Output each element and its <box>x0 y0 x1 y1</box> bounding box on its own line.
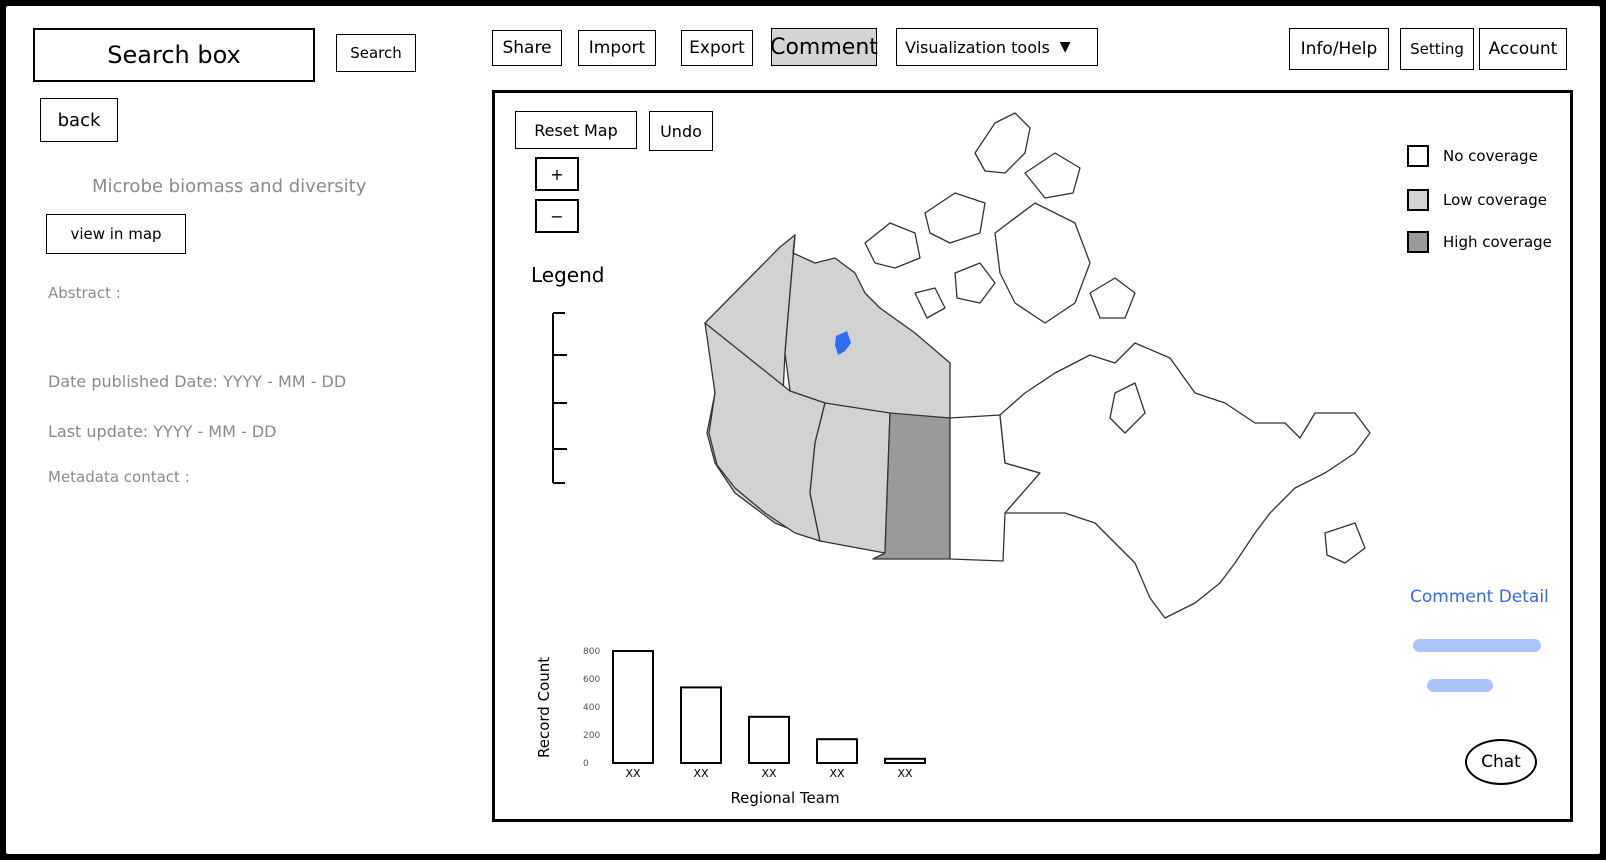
arctic-island <box>1089 277 1136 319</box>
date-published: Date published Date: YYYY - MM - DD <box>48 372 347 391</box>
legend-swatch <box>1407 189 1429 211</box>
info-help-button[interactable]: Info/Help <box>1289 28 1389 70</box>
arctic-island <box>954 262 996 304</box>
abstract-label: Abstract : <box>48 284 121 302</box>
visualization-tools-label: Visualization tools <box>905 37 1050 57</box>
bar <box>884 757 926 765</box>
caret-down-icon: ▼ <box>1059 39 1071 55</box>
import-button[interactable]: Import <box>578 30 656 66</box>
alberta-region <box>809 402 891 554</box>
visualization-tools-dropdown[interactable]: Visualization tools ▼ <box>896 28 1098 66</box>
legend-item-low-coverage: Low coverage <box>1407 189 1567 211</box>
arctic-island <box>994 202 1091 324</box>
y-tick-label: 800 <box>583 647 600 657</box>
y-axis-label: Record Count <box>535 657 553 758</box>
arctic-island <box>924 192 986 244</box>
y-tick-label: 600 <box>583 675 600 685</box>
arctic-island <box>1024 152 1081 199</box>
undo-button[interactable]: Undo <box>649 111 713 151</box>
back-button[interactable]: back <box>40 98 118 142</box>
y-tick-label: 200 <box>583 731 600 741</box>
search-input[interactable]: Search box <box>33 28 315 82</box>
dataset-title: Microbe biomass and diversity <box>92 176 367 197</box>
legend-title: Legend <box>531 263 605 287</box>
account-button[interactable]: Account <box>1479 28 1567 70</box>
last-update: Last update: YYYY - MM - DD <box>48 422 277 441</box>
zoom-in-button[interactable]: + <box>535 157 579 191</box>
share-button[interactable]: Share <box>492 30 562 66</box>
legend-label: High coverage <box>1443 233 1552 251</box>
arctic-island <box>914 287 946 319</box>
search-button[interactable]: Search <box>336 34 416 72</box>
chat-button[interactable]: Chat <box>1465 739 1537 785</box>
x-axis-label: Regional Team <box>730 789 839 807</box>
legend-label: No coverage <box>1443 147 1538 165</box>
legend-swatch <box>1407 145 1429 167</box>
arctic-island <box>864 222 921 269</box>
y-tick-label: 0 <box>583 759 589 769</box>
app-window: Search box Search Share Import Export Co… <box>6 6 1600 854</box>
legend-scale <box>552 312 567 484</box>
bar <box>816 738 858 764</box>
canada-map[interactable] <box>695 93 1395 653</box>
x-tick-label: XX <box>625 767 641 780</box>
comment-text-placeholder <box>1413 639 1541 652</box>
legend-label: Low coverage <box>1443 191 1547 209</box>
x-tick-label: XX <box>693 767 709 780</box>
view-in-map-button[interactable]: view in map <box>46 214 186 254</box>
arctic-island <box>974 112 1031 174</box>
reset-map-button[interactable]: Reset Map <box>515 111 637 149</box>
comment-button[interactable]: Comment <box>770 28 878 66</box>
bar <box>748 715 790 765</box>
map-panel: Reset Map Undo + − Legend No coverage Lo… <box>492 90 1573 822</box>
ontario-quebec-region <box>999 342 1371 619</box>
y-tick-label: 400 <box>583 703 600 713</box>
zoom-out-button[interactable]: − <box>535 199 579 233</box>
x-tick-label: XX <box>829 767 845 780</box>
northwest-territories-region <box>784 234 951 419</box>
comment-text-placeholder <box>1427 679 1493 692</box>
legend-item-high-coverage: High coverage <box>1407 231 1567 253</box>
bar <box>612 650 654 764</box>
setting-button[interactable]: Setting <box>1400 28 1474 70</box>
x-tick-label: XX <box>761 767 777 780</box>
legend-item-no-coverage: No coverage <box>1407 145 1567 167</box>
legend-swatch <box>1407 231 1429 253</box>
comment-detail-title: Comment Detail <box>1410 587 1549 607</box>
bar <box>680 686 722 764</box>
export-button[interactable]: Export <box>681 30 753 66</box>
x-tick-label: XX <box>897 767 913 780</box>
newfoundland <box>1324 522 1366 564</box>
metadata-contact: Metadata contact : <box>48 468 190 486</box>
record-count-bar-chart: 0 200 400 600 800 Record Count XX XX XX XX XX Regio… <box>535 647 926 807</box>
